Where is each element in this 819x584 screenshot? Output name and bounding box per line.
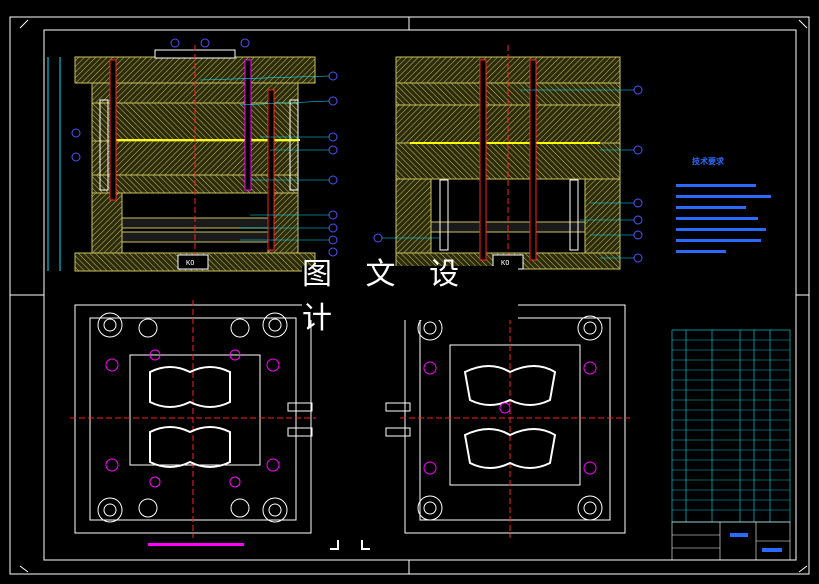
bill-of-materials-table	[671, 329, 791, 523]
notes-title: 技术要求	[692, 157, 724, 166]
title-block-number	[762, 548, 782, 552]
title-block-name	[730, 533, 748, 537]
left-view-label: KO	[186, 259, 194, 267]
bill-of-materials-rows	[672, 339, 790, 511]
left-plan-view	[70, 300, 316, 538]
left-section-view	[47, 45, 316, 272]
title-block	[671, 521, 791, 561]
orientation-marks	[330, 540, 370, 550]
part-number-line	[148, 543, 244, 546]
cad-drawing-sheet: KO KO 图 文 设 计 技术要求	[0, 0, 819, 584]
watermark: 图 文 设 计	[302, 257, 518, 336]
technical-notes	[676, 184, 771, 253]
right-section-view	[395, 45, 621, 270]
